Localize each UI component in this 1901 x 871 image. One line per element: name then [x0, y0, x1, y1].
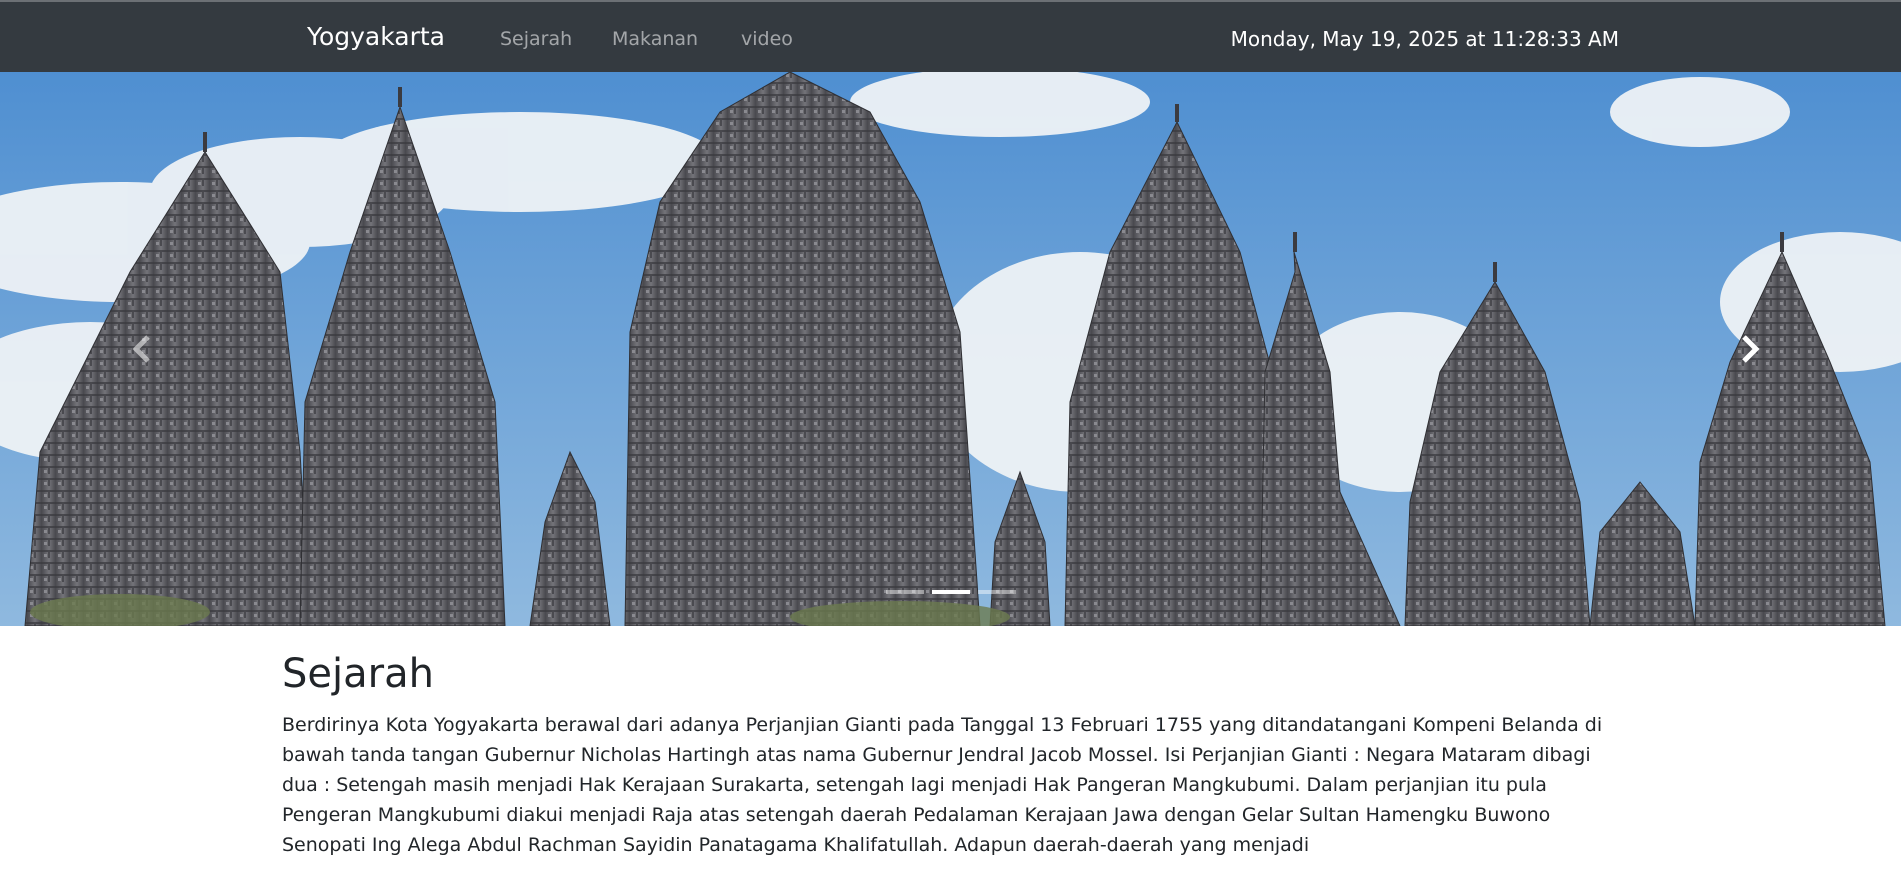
carousel-indicators — [0, 590, 1901, 594]
brand-link[interactable]: Yogyakarta — [307, 21, 445, 53]
section-title: Sejarah — [282, 651, 434, 697]
section-body: Berdirinya Kota Yogyakarta berawal dari … — [282, 714, 1603, 856]
carousel-indicator-2[interactable] — [931, 590, 970, 594]
nav-link-makanan[interactable]: Makanan — [612, 27, 698, 51]
carousel-indicator-1[interactable] — [885, 590, 924, 594]
navbar: Yogyakarta Sejarah Makanan video Monday,… — [0, 0, 1901, 72]
sejarah-section: Sejarah Berdirinya Kota Yogyakarta beraw… — [282, 648, 1622, 860]
carousel-prev-button[interactable] — [48, 72, 238, 626]
datetime-display: Monday, May 19, 2025 at 11:28:33 AM — [1230, 27, 1619, 51]
image-carousel — [0, 72, 1901, 626]
nav-link-video[interactable]: video — [741, 27, 793, 51]
chevron-right-icon — [1741, 335, 1760, 363]
nav-link-sejarah[interactable]: Sejarah — [500, 27, 572, 51]
carousel-next-button[interactable] — [1596, 72, 1901, 626]
carousel-indicator-3[interactable] — [977, 590, 1016, 594]
chevron-left-icon — [132, 335, 150, 363]
